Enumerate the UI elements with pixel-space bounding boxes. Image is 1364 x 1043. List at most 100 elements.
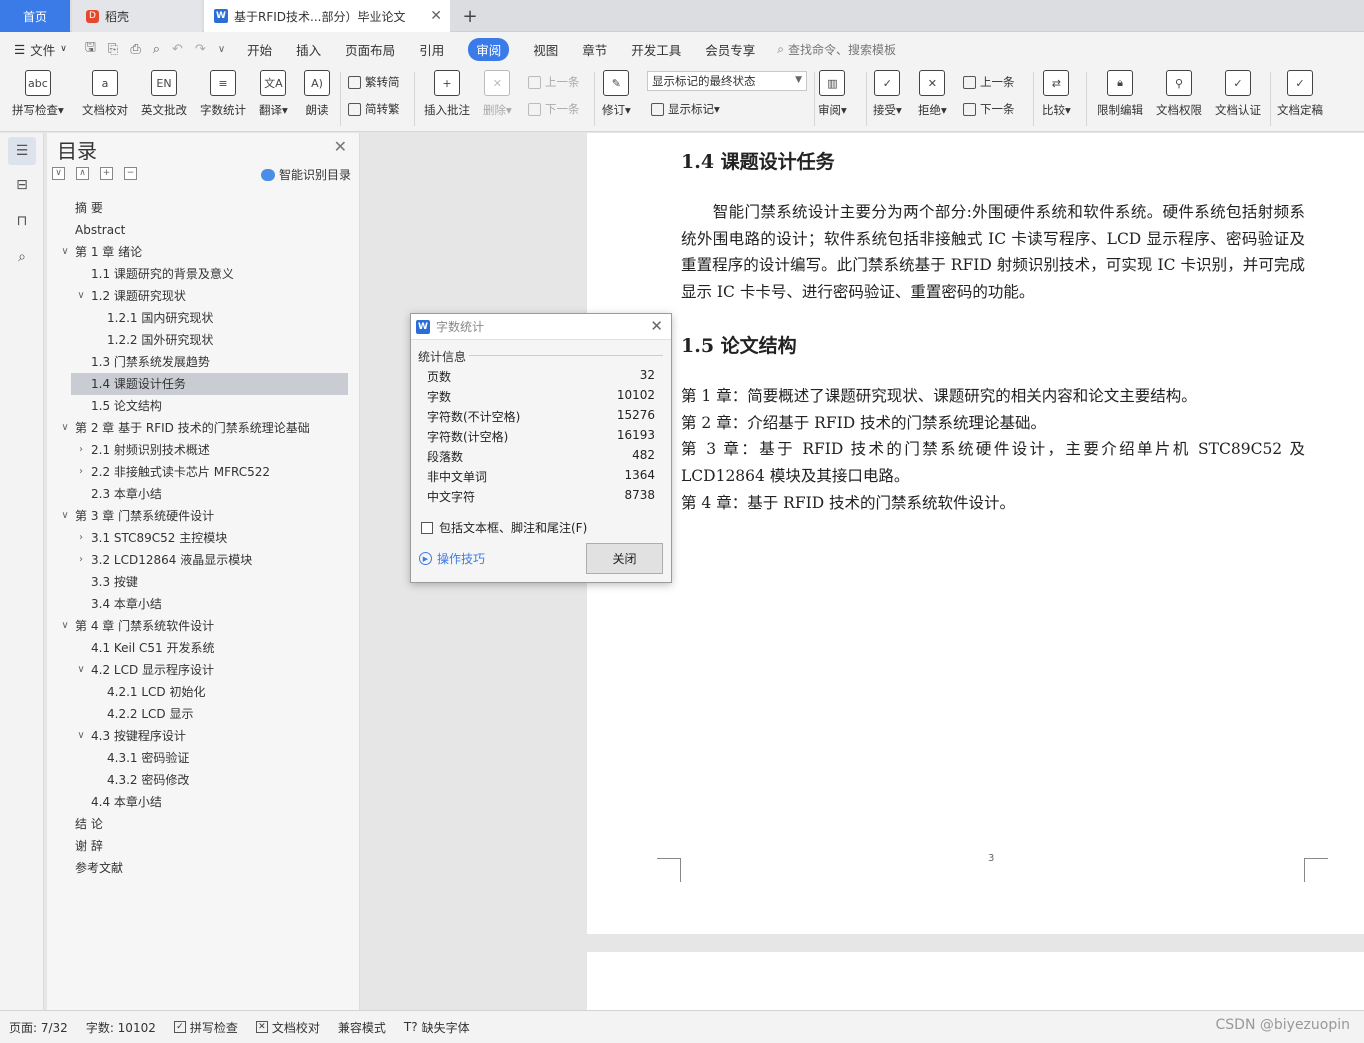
- bookmark-icon[interactable]: ⊓: [12, 211, 32, 231]
- menu-tab-5[interactable]: 视图: [521, 32, 570, 66]
- prev-comment-button[interactable]: 上一条: [528, 74, 580, 90]
- chevron-right-icon[interactable]: ›: [76, 527, 86, 549]
- save-icon[interactable]: 🖫: [79, 38, 102, 60]
- toc-panel-icon[interactable]: ☰: [8, 137, 36, 165]
- file-menu[interactable]: ☰ 文件 ∨: [0, 32, 79, 66]
- chevron-right-icon[interactable]: ›: [76, 439, 86, 461]
- compare-button[interactable]: ⇄ 比较▾: [1042, 70, 1071, 118]
- close-icon[interactable]: ✕: [334, 137, 347, 156]
- accept-button[interactable]: ✓ 接受▾: [873, 70, 902, 118]
- menu-tab-2[interactable]: 页面布局: [333, 32, 407, 66]
- quick-access-more-icon[interactable]: ∨: [212, 44, 231, 55]
- next-change-button[interactable]: 下一条: [963, 101, 1015, 117]
- toc-item[interactable]: ∨ 1.2 课题研究现状: [47, 285, 360, 307]
- tips-link[interactable]: ▶ 操作技巧: [419, 550, 485, 567]
- toc-item[interactable]: 4.3.1 密码验证: [47, 747, 360, 769]
- toc-item[interactable]: ∨ 4.3 按键程序设计: [47, 725, 360, 747]
- tab-daoke[interactable]: D 稻壳: [72, 0, 202, 32]
- tab-document[interactable]: W 基于RFID技术...部分）毕业论文 ✕: [204, 0, 450, 32]
- trad-to-simp-button[interactable]: 繁转简: [348, 74, 400, 90]
- translate-button[interactable]: 文A 翻译▾: [259, 70, 288, 118]
- simp-to-trad-button[interactable]: 简转繁: [348, 101, 400, 117]
- add-heading-icon[interactable]: +: [100, 167, 113, 180]
- toc-item[interactable]: ∨ 第 4 章 门禁系统软件设计: [47, 615, 360, 637]
- english-review-button[interactable]: EN 英文批改: [141, 70, 187, 118]
- toc-item[interactable]: 1.2.1 国内研究现状: [47, 307, 360, 329]
- smart-toc-button[interactable]: 智能识别目录: [260, 166, 351, 183]
- print-icon[interactable]: ⎙: [124, 42, 146, 57]
- doc-cert-button[interactable]: ✓ 文档认证: [1215, 70, 1261, 118]
- toc-item[interactable]: 1.3 门禁系统发展趋势: [47, 351, 360, 373]
- toc-item[interactable]: 4.1 Keil C51 开发系统: [47, 637, 360, 659]
- chevron-down-icon[interactable]: ∨: [76, 659, 86, 681]
- close-button[interactable]: 关闭: [586, 543, 663, 574]
- redo-icon[interactable]: ↷: [189, 42, 212, 57]
- expand-up-icon[interactable]: ∧: [76, 167, 89, 180]
- next-page[interactable]: [587, 952, 1364, 1010]
- toc-item[interactable]: 4.4 本章小结: [47, 791, 360, 813]
- toc-item[interactable]: 3.4 本章小结: [47, 593, 360, 615]
- toc-item[interactable]: › 2.1 射频识别技术概述: [47, 439, 360, 461]
- review-pane-button[interactable]: ▥ 审阅▾: [818, 70, 847, 118]
- markup-state-select[interactable]: 显示标记的最终状态 ▼: [647, 71, 807, 91]
- chevron-down-icon[interactable]: ∨: [60, 241, 70, 263]
- next-comment-button[interactable]: 下一条: [528, 101, 580, 117]
- menu-tab-6[interactable]: 章节: [570, 32, 619, 66]
- chevron-right-icon[interactable]: ›: [76, 549, 86, 571]
- menu-tab-7[interactable]: 开发工具: [619, 32, 693, 66]
- toc-item[interactable]: 1.1 课题研究的背景及意义: [47, 263, 360, 285]
- close-tab-icon[interactable]: ✕: [430, 8, 442, 24]
- doc-permission-button[interactable]: ⚲ 文档权限: [1156, 70, 1202, 118]
- document-page[interactable]: 1.4 课题设计任务 智能门禁系统设计主要分为两个部分:外围硬件系统和软件系统。…: [587, 133, 1364, 934]
- toc-item[interactable]: 4.3.2 密码修改: [47, 769, 360, 791]
- toc-item[interactable]: 2.3 本章小结: [47, 483, 360, 505]
- collapse-all-icon[interactable]: ∨: [52, 167, 65, 180]
- share-icon[interactable]: ⎘: [102, 42, 124, 57]
- missing-font[interactable]: T? 缺失字体: [395, 1019, 479, 1036]
- search-icon[interactable]: ⌕: [12, 247, 32, 267]
- delete-comment-button[interactable]: ✕ 删除▾: [483, 70, 512, 118]
- chevron-down-icon[interactable]: ∨: [60, 417, 70, 439]
- doc-proof-toggle[interactable]: ✕ 文档校对: [247, 1019, 329, 1036]
- include-textbox-checkbox[interactable]: 包括文本框、脚注和尾注(F): [421, 519, 587, 536]
- menu-tab-3[interactable]: 引用: [407, 32, 456, 66]
- close-icon[interactable]: ✕: [650, 317, 663, 335]
- toc-item[interactable]: › 3.1 STC89C52 主控模块: [47, 527, 360, 549]
- undo-icon[interactable]: ↶: [166, 42, 189, 57]
- section-nav-icon[interactable]: ⊟: [12, 175, 32, 195]
- word-count-indicator[interactable]: 字数: 10102: [77, 1019, 165, 1036]
- restrict-edit-button[interactable]: 🔒︎ 限制编辑: [1097, 70, 1143, 118]
- track-changes-button[interactable]: ✎ 修订▾: [602, 70, 631, 118]
- toc-item[interactable]: ∨ 第 2 章 基于 RFID 技术的门禁系统理论基础: [47, 417, 360, 439]
- toc-item[interactable]: › 3.2 LCD12864 液晶显示模块: [47, 549, 360, 571]
- page-indicator[interactable]: 页面: 7/32: [0, 1019, 77, 1036]
- chevron-down-icon[interactable]: ∨: [76, 285, 86, 307]
- tab-home[interactable]: 首页: [0, 0, 70, 32]
- toc-item[interactable]: › 2.2 非接触式读卡芯片 MFRC522: [47, 461, 360, 483]
- menu-tab-8[interactable]: 会员专享: [693, 32, 767, 66]
- prev-change-button[interactable]: 上一条: [963, 74, 1015, 90]
- insert-comment-button[interactable]: + 插入批注: [424, 70, 470, 118]
- new-tab-button[interactable]: +: [456, 0, 484, 32]
- toc-item[interactable]: 1.4 课题设计任务: [71, 373, 348, 395]
- chevron-right-icon[interactable]: ›: [76, 461, 86, 483]
- reject-button[interactable]: ✕ 拒绝▾: [918, 70, 947, 118]
- show-markup-button[interactable]: 显示标记▾: [651, 101, 720, 117]
- chevron-down-icon[interactable]: ∨: [60, 615, 70, 637]
- spell-check-toggle[interactable]: ✓ 拼写检查: [165, 1019, 247, 1036]
- compat-mode[interactable]: 兼容模式: [329, 1019, 395, 1036]
- toc-item[interactable]: Abstract: [47, 219, 360, 241]
- chevron-down-icon[interactable]: ∨: [76, 725, 86, 747]
- toc-item[interactable]: 谢 辞: [47, 835, 360, 857]
- menu-tab-0[interactable]: 开始: [235, 32, 284, 66]
- doc-final-button[interactable]: ✓ 文档定稿: [1277, 70, 1323, 118]
- spell-check-button[interactable]: abc 拼写检查▾: [12, 70, 64, 118]
- menu-tab-4[interactable]: 审阅: [456, 32, 521, 66]
- toc-item[interactable]: 4.2.1 LCD 初始化: [47, 681, 360, 703]
- print-preview-icon[interactable]: ⌕: [147, 42, 166, 57]
- toc-item[interactable]: 摘 要: [47, 197, 360, 219]
- toc-item[interactable]: 3.3 按键: [47, 571, 360, 593]
- doc-proof-button[interactable]: a 文档校对: [82, 70, 128, 118]
- remove-heading-icon[interactable]: −: [124, 167, 137, 180]
- toc-item[interactable]: 参考文献: [47, 857, 360, 879]
